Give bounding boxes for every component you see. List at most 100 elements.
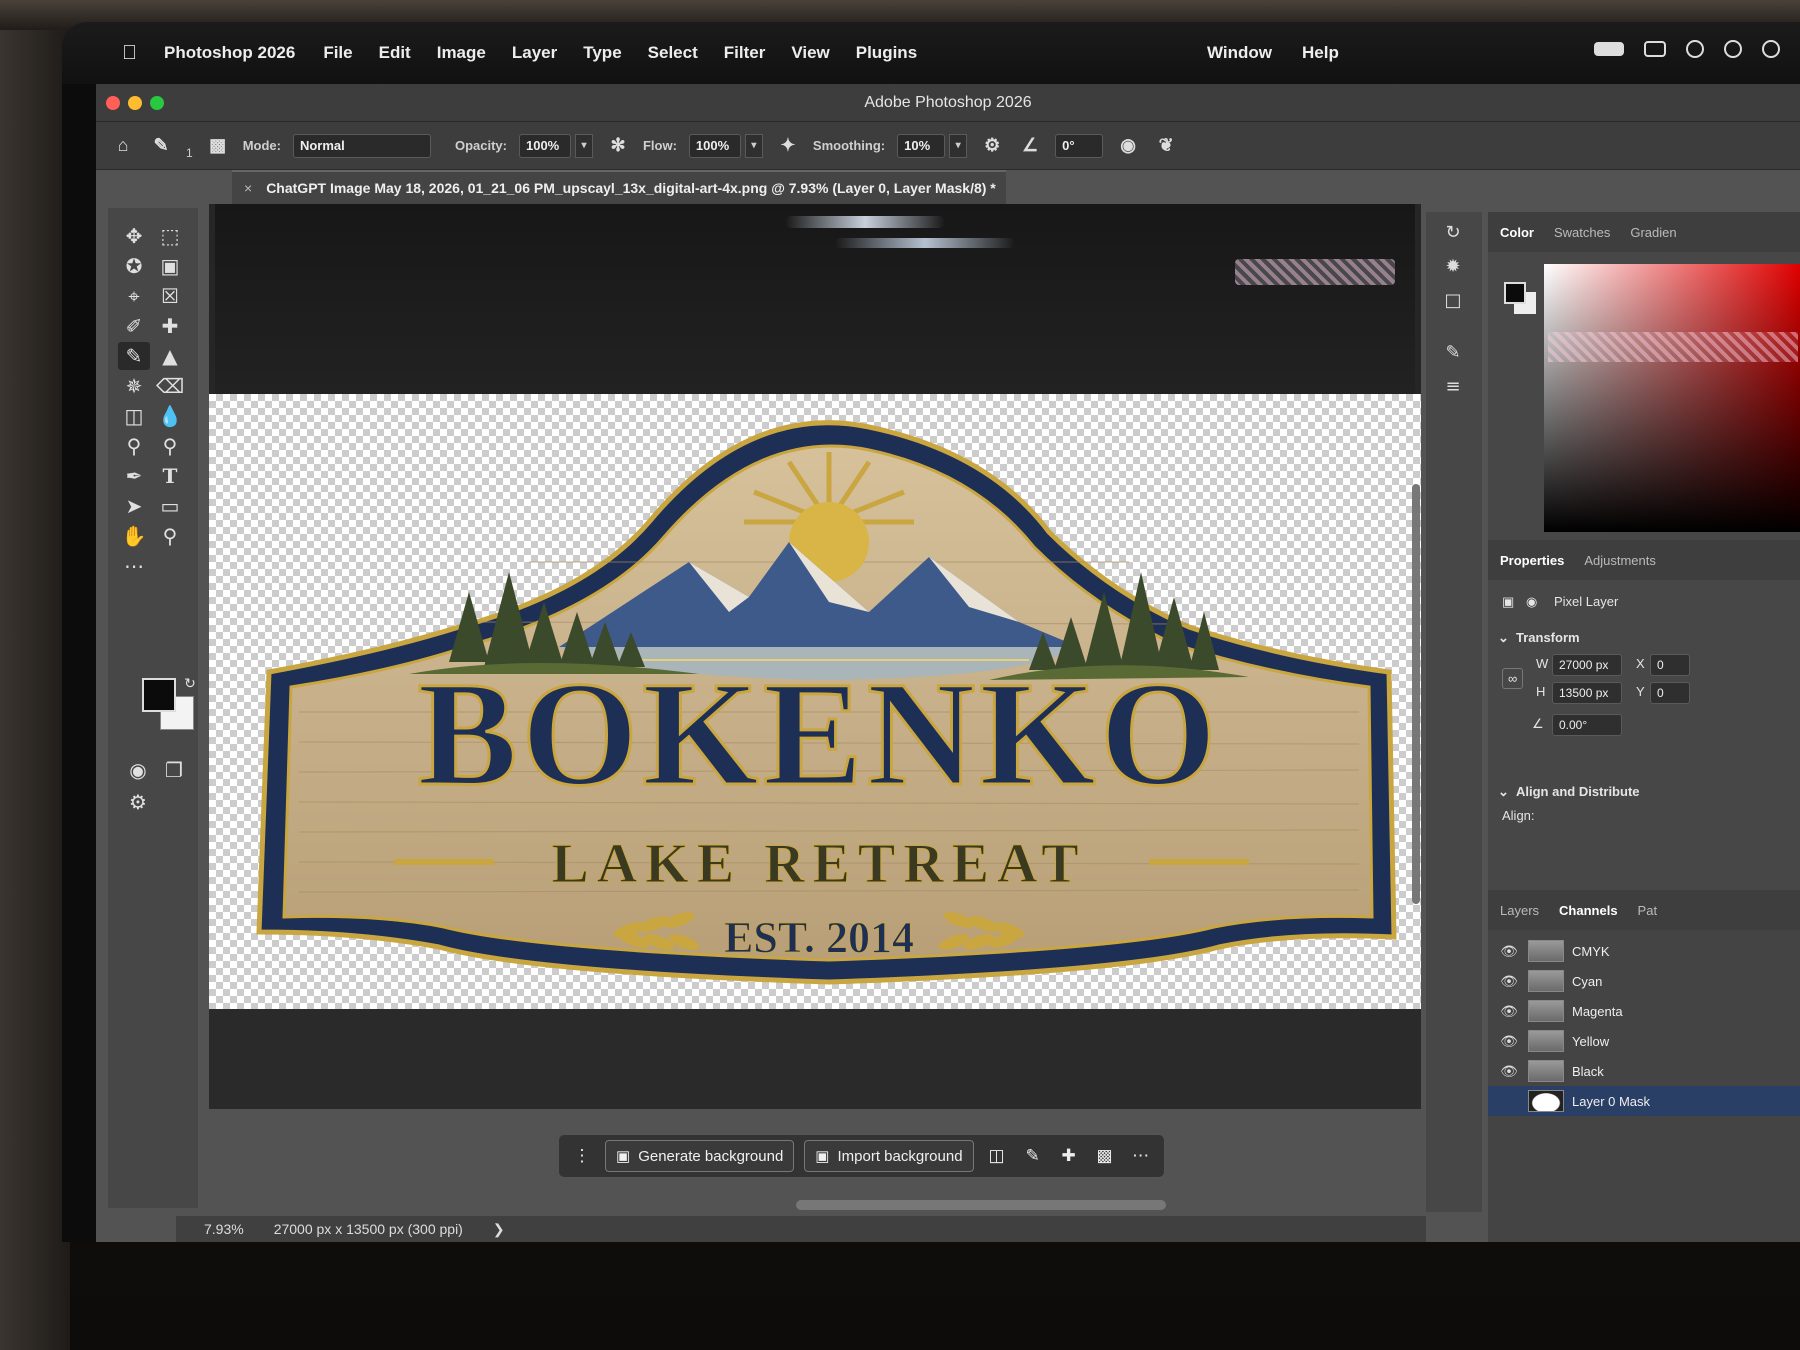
fill-icon[interactable]: ◫ bbox=[984, 1146, 1010, 1166]
menu-app-name[interactable]: Photoshop 2026 bbox=[164, 43, 295, 63]
flow-dropdown[interactable]: ▾ bbox=[744, 133, 763, 158]
brushes-panel-icon[interactable]: ✎ bbox=[1438, 342, 1468, 370]
search-icon[interactable] bbox=[1686, 40, 1704, 58]
height-field[interactable]: 13500 px bbox=[1552, 682, 1622, 704]
menu-filter[interactable]: Filter bbox=[724, 43, 766, 63]
pen-tool-icon[interactable]: ✒ bbox=[118, 462, 150, 490]
opacity-field[interactable]: 100% bbox=[518, 133, 571, 158]
brush-settings-panel-icon[interactable]: ≡ bbox=[1438, 376, 1468, 404]
y-field[interactable]: 0 bbox=[1650, 682, 1690, 704]
object-selection-tool-icon[interactable]: ✪ bbox=[118, 252, 150, 280]
comments-panel-icon[interactable]: □ bbox=[1438, 290, 1468, 318]
stamp-tool-icon[interactable]: ▲ bbox=[154, 342, 186, 370]
align-chevron-icon[interactable]: ⌄ bbox=[1498, 784, 1509, 800]
quick-mask-icon[interactable]: ◉ bbox=[122, 756, 154, 784]
opacity-dropdown[interactable]: ▾ bbox=[574, 133, 593, 158]
zoom-level[interactable]: 7.93% bbox=[204, 1221, 244, 1237]
type-tool-icon[interactable]: T bbox=[154, 462, 186, 490]
menu-file[interactable]: File bbox=[323, 43, 352, 63]
link-proportions-icon[interactable]: ∞ bbox=[1502, 668, 1524, 689]
lasso-select-tool-icon[interactable]: ▣ bbox=[154, 252, 186, 280]
battery-icon[interactable] bbox=[1594, 42, 1624, 56]
history-brush-tool-icon[interactable]: ✵ bbox=[118, 372, 150, 400]
visibility-eye-icon[interactable]: 👁 bbox=[1494, 1003, 1524, 1020]
close-tab-icon[interactable]: × bbox=[244, 180, 252, 196]
visibility-eye-icon[interactable]: 👁 bbox=[1494, 943, 1524, 960]
healing-brush-tool-icon[interactable]: ✚ bbox=[154, 312, 186, 340]
screen-mode-icon[interactable]: ❐ bbox=[158, 756, 190, 784]
menu-image[interactable]: Image bbox=[437, 43, 486, 63]
status-expand-icon[interactable]: ❯ bbox=[493, 1221, 505, 1238]
history-panel-icon[interactable]: ↻ bbox=[1438, 222, 1468, 250]
control-center-icon[interactable] bbox=[1762, 40, 1780, 58]
apple-icon[interactable]:  bbox=[122, 42, 142, 65]
smoothing-field[interactable]: 10% bbox=[897, 133, 946, 158]
smoothing-dropdown[interactable]: ▾ bbox=[949, 133, 968, 158]
mask-options-icon[interactable]: ▩ bbox=[1092, 1146, 1118, 1166]
transform-chevron-icon[interactable]: ⌄ bbox=[1498, 630, 1509, 646]
crop-tool-icon[interactable]: ⌖ bbox=[118, 282, 150, 310]
menu-edit[interactable]: Edit bbox=[379, 43, 411, 63]
brush-settings-icon[interactable]: ▩ bbox=[205, 133, 231, 159]
symmetry-icon[interactable]: ❦ bbox=[1153, 133, 1179, 159]
rotation-angle-field[interactable]: 0.00° bbox=[1552, 714, 1622, 736]
marquee-tool-icon[interactable]: ⬚ bbox=[154, 222, 186, 250]
channel-row-layer-mask[interactable]: Layer 0 Mask bbox=[1488, 1086, 1800, 1116]
align-distribute-title[interactable]: Align and Distribute bbox=[1516, 784, 1640, 799]
paint-bucket-tool-icon[interactable]: ◫ bbox=[118, 402, 150, 430]
channel-row-cmyk[interactable]: 👁 CMYK bbox=[1488, 936, 1800, 966]
more-tools-icon[interactable]: ⋯ bbox=[118, 552, 150, 580]
more-options-icon[interactable]: ⋯ bbox=[1128, 1146, 1154, 1166]
import-background-button[interactable]: ▣ Import background bbox=[804, 1140, 974, 1172]
frame-tool-icon[interactable]: ☒ bbox=[154, 282, 186, 310]
menu-view[interactable]: View bbox=[791, 43, 829, 63]
path-selection-tool-icon[interactable]: ➤ bbox=[118, 492, 150, 520]
home-icon[interactable]: ⌂ bbox=[110, 133, 136, 159]
channel-row-cyan[interactable]: 👁 Cyan bbox=[1488, 966, 1800, 996]
smoothing-gear-icon[interactable]: ⚙ bbox=[979, 133, 1005, 159]
canvas-area[interactable]: BOKENKO LAKE RETREAT EST. 2014 bbox=[209, 204, 1421, 1109]
menu-select[interactable]: Select bbox=[648, 43, 698, 63]
horizontal-scrollbar[interactable] bbox=[796, 1200, 1166, 1210]
foreground-color-swatch[interactable] bbox=[142, 678, 176, 712]
pressure-opacity-icon[interactable]: ✻ bbox=[605, 133, 631, 159]
sponge-tool-icon[interactable]: ⚲ bbox=[154, 432, 186, 460]
tab-gradients[interactable]: Gradien bbox=[1630, 225, 1676, 240]
tab-swatches[interactable]: Swatches bbox=[1554, 225, 1610, 240]
move-tool-icon[interactable]: ✥ bbox=[118, 222, 150, 250]
visibility-eye-icon[interactable]: 👁 bbox=[1494, 1033, 1524, 1050]
tab-paths[interactable]: Pat bbox=[1638, 903, 1658, 918]
link-icon[interactable] bbox=[1644, 41, 1666, 57]
swap-colors-icon[interactable]: ↻ bbox=[174, 670, 206, 698]
tab-channels[interactable]: Channels bbox=[1559, 903, 1618, 918]
generate-background-button[interactable]: ▣ Generate background bbox=[605, 1140, 795, 1172]
brush-icon[interactable]: ✎ bbox=[1020, 1146, 1046, 1166]
edit-toolbar-icon[interactable]: ⚙ bbox=[122, 788, 154, 816]
channel-row-black[interactable]: 👁 Black bbox=[1488, 1056, 1800, 1086]
brush-angle-field[interactable]: 0° bbox=[1055, 133, 1104, 158]
menu-type[interactable]: Type bbox=[583, 43, 621, 63]
airbrush-icon[interactable]: ✦ bbox=[775, 133, 801, 159]
eraser-tool-icon[interactable]: ⌫ bbox=[154, 372, 186, 400]
drag-handle-icon[interactable]: ⋮ bbox=[569, 1146, 595, 1166]
eyedropper-tool-icon[interactable]: ✐ bbox=[118, 312, 150, 340]
brush-tool-icon[interactable]: ✎ bbox=[118, 342, 150, 370]
tab-color[interactable]: Color bbox=[1500, 225, 1534, 240]
rectangle-tool-icon[interactable]: ▭ bbox=[154, 492, 186, 520]
menu-window[interactable]: Window bbox=[1207, 43, 1272, 63]
visibility-eye-icon[interactable]: 👁 bbox=[1494, 1063, 1524, 1080]
siri-icon[interactable] bbox=[1724, 40, 1742, 58]
color-picker-field[interactable] bbox=[1544, 264, 1800, 532]
channel-row-magenta[interactable]: 👁 Magenta bbox=[1488, 996, 1800, 1026]
zoom-tool-icon[interactable]: ⚲ bbox=[154, 522, 186, 550]
document-tab[interactable]: × ChatGPT Image May 18, 2026, 01_21_06 P… bbox=[232, 170, 1006, 204]
menu-plugins[interactable]: Plugins bbox=[856, 43, 917, 63]
visibility-eye-icon[interactable]: 👁 bbox=[1494, 973, 1524, 990]
menu-layer[interactable]: Layer bbox=[512, 43, 557, 63]
add-brush-icon[interactable]: ✚ bbox=[1056, 1146, 1082, 1166]
flow-field[interactable]: 100% bbox=[688, 133, 741, 158]
width-field[interactable]: 27000 px bbox=[1552, 654, 1622, 676]
brush-preset-icon[interactable]: ✎ bbox=[148, 133, 174, 159]
color-panel-foreground-swatch[interactable] bbox=[1504, 282, 1526, 304]
x-field[interactable]: 0 bbox=[1650, 654, 1690, 676]
